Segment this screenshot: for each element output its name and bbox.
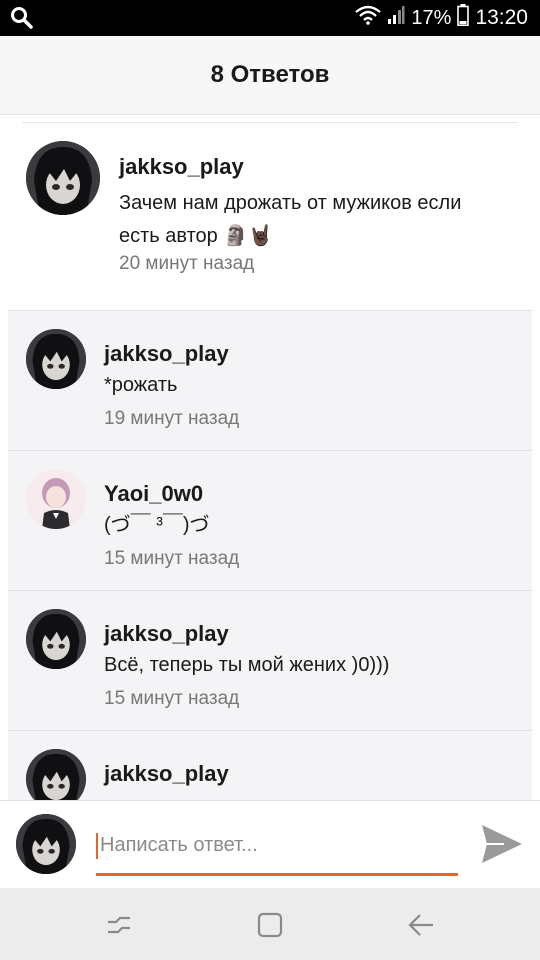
avatar[interactable] [26, 329, 86, 389]
reply-item[interactable]: jakkso_play Всё, теперь ты мой жених )0)… [8, 590, 532, 731]
reply-username[interactable]: jakkso_play [104, 341, 229, 367]
reply-text: (づ￣ ³￣)づ [104, 514, 210, 536]
reply-input-placeholder: Написать ответ... [100, 834, 258, 856]
comment-text-line1: Зачем нам дрожать от мужиков если [119, 192, 462, 214]
reply-text: Всё, теперь ты мой жених )0))) [104, 654, 390, 676]
divider [22, 122, 518, 123]
system-nav-bar [0, 888, 540, 960]
wifi-icon [355, 5, 382, 31]
status-bar: 17% 13:20 [0, 0, 540, 36]
avatar[interactable] [26, 609, 86, 669]
reply-input[interactable]: Написать ответ... [96, 829, 458, 876]
avatar[interactable] [26, 749, 86, 800]
reply-username[interactable]: jakkso_play [104, 621, 229, 647]
clock: 13:20 [475, 6, 528, 29]
reply-time: 15 минут назад [104, 688, 240, 709]
comment-time: 20 минут назад [119, 253, 255, 274]
comment-username[interactable]: jakkso_play [119, 154, 244, 180]
avatar [16, 814, 76, 874]
reply-text: *рожать [104, 374, 178, 396]
reply-item[interactable]: Yaoi_0w0 (づ￣ ³￣)づ 15 минут назад [8, 450, 532, 591]
home-icon[interactable] [255, 910, 285, 940]
reply-input-bar: Написать ответ... [0, 800, 540, 889]
back-icon[interactable] [406, 910, 436, 940]
reply-username[interactable]: Yaoi_0w0 [104, 481, 203, 507]
send-icon[interactable] [480, 823, 524, 865]
signal-icon [387, 5, 405, 31]
avatar[interactable] [26, 469, 86, 529]
avatar[interactable] [26, 141, 100, 215]
battery-percent: 17% [411, 6, 452, 29]
main-comment: jakkso_play Зачем нам дрожать от мужиков… [0, 124, 540, 310]
search-icon[interactable] [10, 6, 34, 35]
page-title: 8 Ответов [210, 61, 330, 88]
reply-item[interactable]: jakkso_play *рожать 19 минут назад [8, 310, 532, 451]
reply-username[interactable]: jakkso_play [104, 761, 229, 787]
reply-time: 15 минут назад [104, 548, 240, 569]
reply-time: 19 минут назад [104, 408, 240, 429]
recent-apps-icon[interactable] [104, 910, 134, 940]
page-header: 8 Ответов [0, 36, 540, 115]
replies-list[interactable]: jakkso_play *рожать 19 минут назад Yaoi_… [8, 310, 532, 800]
reply-item[interactable]: jakkso_play [8, 730, 532, 800]
text-caret [96, 833, 98, 859]
comment-text-line2: есть автор 🗿🤘🏿 [119, 225, 274, 247]
battery-icon [457, 4, 470, 32]
